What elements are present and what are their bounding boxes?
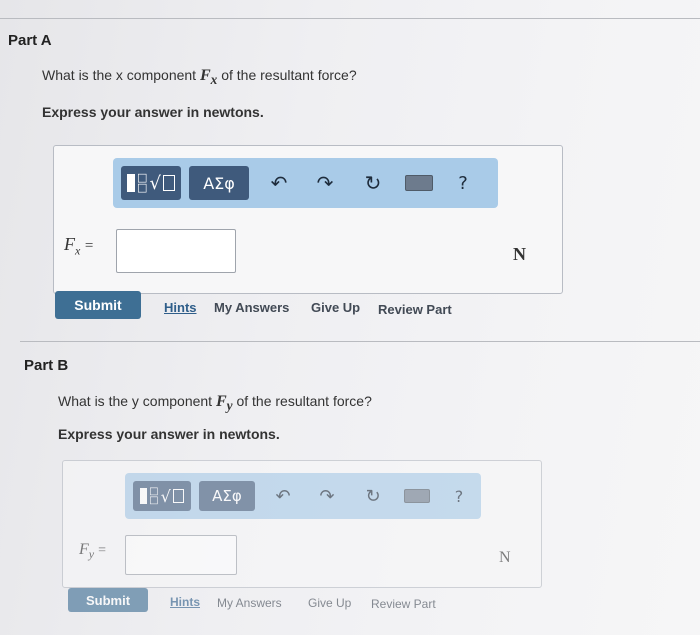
part-b-instruction: Express your answer in newtons. [58,426,280,442]
symbols-button[interactable]: ΑΣφ [199,481,255,511]
keyboard-icon [405,175,433,191]
part-a-answer-box: □ □ √ ΑΣφ ↶ ↷ ↻ ? Fx = N [53,145,563,294]
reset-circle-icon: ↻ [365,485,381,507]
symbols-button[interactable]: ΑΣφ [189,166,249,200]
part-a-answer-input[interactable] [116,229,236,273]
question-text-end: of the resultant force? [232,393,372,409]
part-a-instruction: Express your answer in newtons. [42,104,264,120]
part-b-give-up-link[interactable]: Give Up [308,596,351,610]
part-divider [20,341,700,342]
redo-button[interactable]: ↷ [307,481,347,511]
force-symbol: Fy [215,393,233,414]
part-a-submit-button[interactable]: Submit [55,291,141,319]
help-button[interactable]: ? [443,168,483,198]
undo-button[interactable]: ↶ [263,481,303,511]
math-toolbar: □ □ √ ΑΣφ ↶ ↷ ↻ ? [113,158,498,208]
force-symbol: Fx [199,67,218,88]
help-button[interactable]: ? [439,481,479,511]
part-b-unit: N [499,549,511,566]
part-b-answer-box: □ □ √ ΑΣφ ↶ ↷ ↻ ? Fy = N [62,460,542,588]
reset-button[interactable]: ↻ [353,168,393,198]
part-b-variable-label: Fy = [79,541,107,562]
undo-arrow-icon: ↶ [270,171,288,195]
reset-circle-icon: ↻ [364,171,382,195]
part-b-submit-button[interactable]: Submit [68,588,148,612]
part-a-give-up-link[interactable]: Give Up [311,300,360,315]
part-a-unit: N [513,244,526,264]
keyboard-button[interactable] [397,481,437,511]
fraction-sqrt-templates-icon: □ □ √ [140,487,184,506]
templates-button[interactable]: □ □ √ [133,481,191,511]
top-divider [0,18,700,19]
part-b-review-part-link[interactable]: Review Part [371,597,436,611]
fraction-sqrt-templates-icon: □ □ √ [127,172,175,194]
question-text-end: of the resultant force? [217,67,357,83]
part-a-review-part-link[interactable]: Review Part [378,302,452,317]
part-b-answer-input[interactable] [125,535,237,575]
templates-button[interactable]: □ □ √ [121,166,181,200]
keyboard-button[interactable] [399,168,439,198]
symbols-label: ΑΣφ [203,173,235,193]
help-icon: ? [458,172,468,194]
redo-arrow-icon: ↷ [319,485,335,507]
reset-button[interactable]: ↻ [353,481,393,511]
part-a-my-answers-link[interactable]: My Answers [214,300,289,315]
part-b-question: What is the y component Fy of the result… [58,393,372,414]
part-a-hints-link[interactable]: Hints [164,300,197,315]
part-b-my-answers-link[interactable]: My Answers [217,596,282,610]
redo-button[interactable]: ↷ [305,168,345,198]
help-icon: ? [454,486,464,506]
undo-button[interactable]: ↶ [259,168,299,198]
part-a-variable-label: Fx = [64,234,94,258]
part-a-question: What is the x component Fx of the result… [42,67,357,88]
part-b-hints-link[interactable]: Hints [170,595,200,609]
part-b-title: Part B [24,357,69,374]
part-a-title: Part A [8,32,52,49]
question-text: What is the y component [58,393,216,409]
undo-arrow-icon: ↶ [275,485,291,507]
question-text: What is the x component [42,67,200,83]
redo-arrow-icon: ↷ [316,171,334,195]
keyboard-icon [404,489,430,503]
symbols-label: ΑΣφ [212,487,242,505]
math-toolbar: □ □ √ ΑΣφ ↶ ↷ ↻ ? [125,473,481,519]
